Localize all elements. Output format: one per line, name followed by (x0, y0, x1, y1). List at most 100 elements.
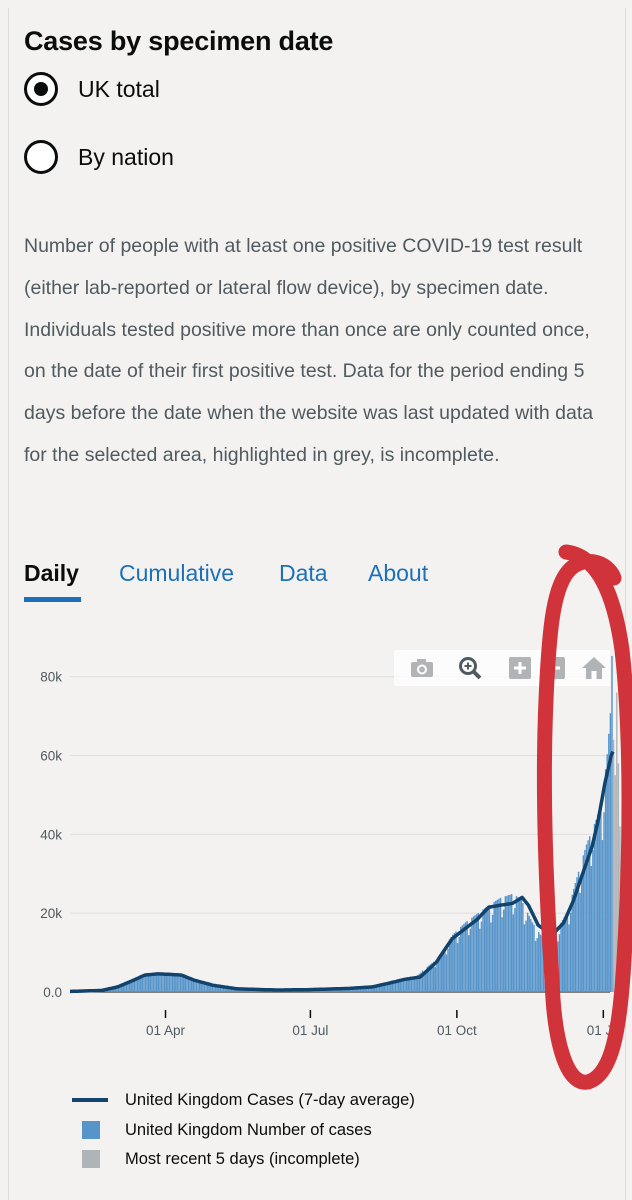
case-bar (483, 908, 486, 992)
legend-line-swatch (72, 1098, 108, 1102)
case-bar (503, 909, 505, 992)
incomplete-bar (612, 739, 615, 992)
case-bar (409, 979, 411, 992)
case-bar (569, 912, 572, 992)
case-bar (471, 917, 473, 992)
case-bar (531, 922, 534, 992)
case-bar (557, 941, 559, 992)
case-bar (525, 920, 527, 992)
case-bar (581, 878, 583, 992)
case-bar (592, 850, 594, 992)
zoom-icon[interactable] (456, 654, 484, 682)
case-bar (447, 948, 449, 992)
case-bar (175, 974, 177, 992)
case-bar (404, 979, 406, 992)
case-bar (541, 935, 543, 992)
case-bar (490, 922, 492, 992)
case-bar (461, 925, 464, 992)
case-bar (517, 897, 519, 992)
zoom-in-icon[interactable] (506, 654, 534, 682)
case-bar (152, 973, 155, 992)
case-bar (550, 935, 553, 992)
case-bar (159, 973, 161, 992)
case-bar (487, 905, 489, 992)
case-bar (603, 812, 605, 992)
case-bar (611, 655, 613, 992)
case-bar (606, 754, 608, 992)
case-bar (469, 928, 472, 992)
case-bar (601, 840, 604, 992)
case-bar (555, 930, 558, 992)
case-bar (482, 909, 484, 992)
case-bar (565, 914, 567, 992)
y-tick-label: 80k (40, 670, 62, 685)
case-bar (522, 902, 524, 992)
case-bar (542, 936, 545, 992)
case-bar (504, 896, 507, 992)
case-bar (464, 922, 467, 992)
y-axis: 0.0 20k 40k 60k 80k (40, 670, 62, 1000)
legend-label-average: United Kingdom Cases (7-day average) (125, 1090, 415, 1109)
camera-icon[interactable] (408, 654, 436, 682)
case-bar (171, 973, 174, 992)
x-tick-label: 01 Jul (292, 1023, 328, 1038)
case-bar (474, 915, 476, 992)
legend-item-incomplete[interactable]: Most recent 5 days (incomplete) (70, 1147, 470, 1171)
case-bar (491, 914, 494, 992)
legend-item-cases[interactable]: United Kingdom Number of cases (70, 1118, 470, 1142)
case-bar (412, 978, 414, 992)
case-bar (456, 943, 459, 992)
y-tick-label: 40k (40, 827, 62, 842)
x-tick-label: 01 Oct (437, 1023, 477, 1038)
case-bar (560, 922, 562, 992)
case-bar (485, 907, 487, 992)
case-bar (566, 912, 569, 992)
legend-item-average[interactable]: United Kingdom Cases (7-day average) (70, 1088, 470, 1112)
case-bar (405, 979, 408, 992)
case-bar (547, 945, 550, 992)
case-bar (168, 973, 171, 992)
case-bar (604, 769, 607, 992)
case-bar (549, 937, 551, 992)
case-bar (515, 896, 518, 992)
case-bar (160, 973, 163, 992)
case-bar (528, 915, 530, 992)
home-icon[interactable] (580, 654, 608, 682)
incomplete-bar (616, 692, 618, 992)
case-bar (442, 949, 444, 992)
case-bar (509, 894, 511, 992)
case-bar (472, 916, 475, 992)
case-bar (514, 907, 516, 992)
case-bar (538, 932, 540, 992)
case-bar (506, 895, 508, 992)
case-bar (523, 924, 526, 992)
x-tick-label: 01 Apr (146, 1023, 186, 1038)
incomplete-bar (617, 763, 620, 992)
case-bar (407, 979, 409, 992)
case-bar (163, 973, 166, 992)
zoom-out-icon[interactable] (540, 654, 568, 682)
case-bar (179, 974, 182, 992)
legend-grey-swatch (82, 1150, 100, 1168)
case-bar (165, 973, 167, 992)
case-bar (176, 974, 179, 992)
case-bar (458, 937, 460, 992)
case-bar (448, 939, 451, 992)
x-tick-label: 01 Ja (587, 1023, 621, 1038)
case-bar (495, 900, 497, 992)
case-bar (598, 809, 600, 992)
case-bar (475, 914, 478, 992)
case-bar (157, 973, 160, 992)
case-bar (463, 923, 465, 992)
case-bar (410, 978, 413, 992)
case-bar (436, 963, 438, 992)
legend-label-cases: United Kingdom Number of cases (125, 1120, 372, 1139)
case-bar (534, 940, 537, 992)
case-bar (466, 921, 468, 992)
case-bar (455, 931, 457, 992)
incomplete-bar (614, 775, 616, 992)
case-bar (544, 937, 546, 992)
case-bar (520, 899, 522, 992)
case-bar (539, 934, 542, 992)
case-bar (445, 954, 448, 992)
